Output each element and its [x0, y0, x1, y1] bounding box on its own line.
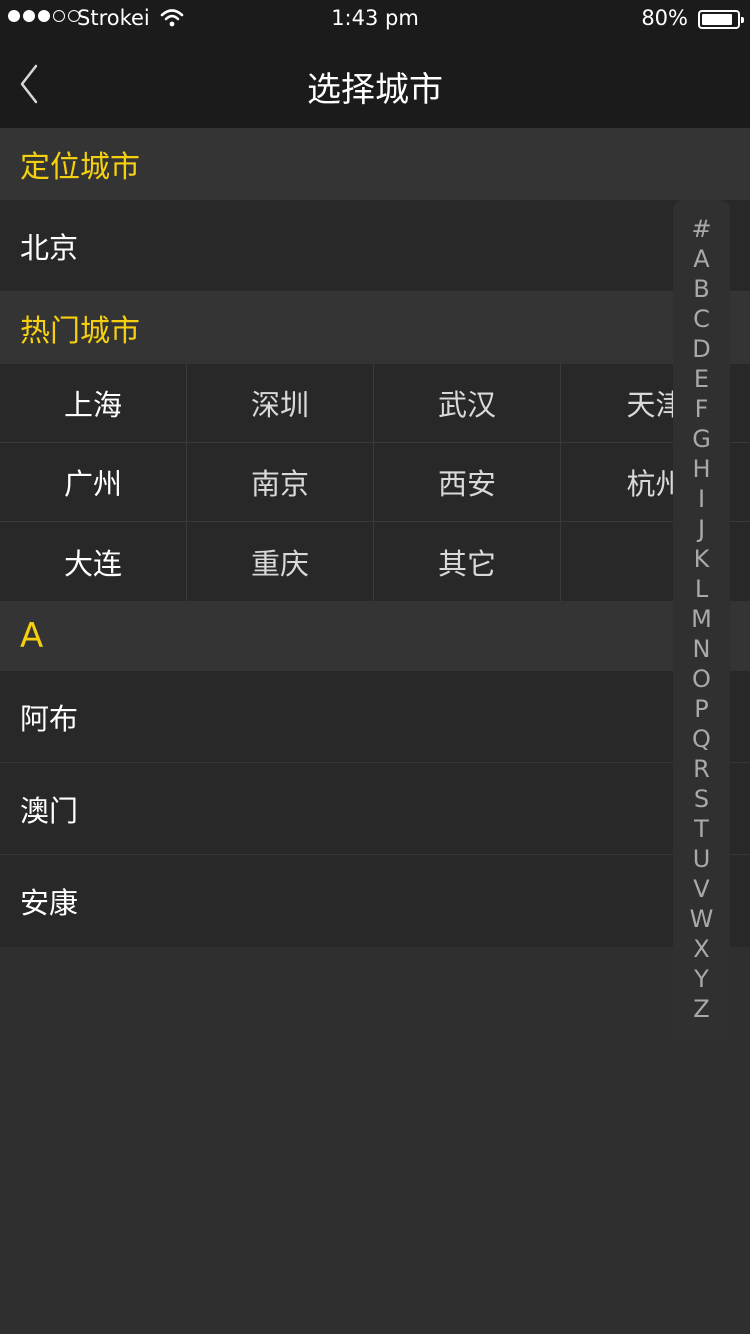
index-letter-y[interactable]: Y	[694, 964, 709, 994]
index-letter-p[interactable]: P	[694, 694, 708, 724]
index-letter-s[interactable]: S	[694, 784, 709, 814]
index-letter-q[interactable]: Q	[692, 724, 711, 754]
hot-city-cell[interactable]: 广州	[0, 443, 187, 521]
index-letter-v[interactable]: V	[693, 874, 709, 904]
index-letter-k[interactable]: K	[694, 544, 710, 574]
hot-city-cell[interactable]: 上海	[0, 364, 187, 442]
index-letter-g[interactable]: G	[692, 424, 711, 454]
index-letter-i[interactable]: I	[698, 484, 705, 514]
page-title: 选择城市	[307, 70, 443, 110]
section-header-location: 定位城市	[0, 128, 750, 200]
index-letter-c[interactable]: C	[693, 304, 710, 334]
hot-city-grid: 上海 深圳 武汉 天津 广州 南京 西安 杭州 大连 重庆 其它	[0, 364, 750, 601]
hot-city-cell[interactable]: 其它	[374, 522, 561, 601]
index-letter-e[interactable]: E	[694, 364, 709, 394]
hot-city-cell[interactable]: 武汉	[374, 364, 561, 442]
index-letter-n[interactable]: N	[693, 634, 711, 664]
city-item[interactable]: 澳门	[0, 763, 750, 855]
index-letter-a[interactable]: A	[693, 244, 709, 274]
index-letter-t[interactable]: T	[694, 814, 709, 844]
index-letter-o[interactable]: O	[692, 664, 711, 694]
section-header-hot: 热门城市	[0, 292, 750, 364]
section-header-a: A	[0, 601, 750, 671]
hot-city-row: 大连 重庆 其它	[0, 522, 750, 601]
city-list[interactable]: 定位城市 北京 热门城市 上海 深圳 武汉 天津 广州 南京 西安 杭州 大连 …	[0, 128, 750, 947]
alphabet-index-bar[interactable]: # A B C D E F G H I J K L M N O P Q R S T U V W X Y Z	[673, 200, 730, 1042]
hot-city-cell[interactable]: 大连	[0, 522, 187, 601]
index-letter-hash[interactable]: #	[691, 214, 711, 244]
location-city-item[interactable]: 北京	[0, 200, 750, 292]
index-letter-u[interactable]: U	[693, 844, 711, 874]
city-item[interactable]: 阿布	[0, 671, 750, 763]
index-letter-f[interactable]: F	[695, 394, 709, 424]
index-letter-b[interactable]: B	[693, 274, 709, 304]
index-letter-d[interactable]: D	[692, 334, 710, 364]
hot-city-row: 广州 南京 西安 杭州	[0, 443, 750, 522]
battery-icon	[698, 10, 744, 29]
hot-city-cell[interactable]: 西安	[374, 443, 561, 521]
hot-city-cell[interactable]: 南京	[187, 443, 374, 521]
hot-city-cell[interactable]: 深圳	[187, 364, 374, 442]
index-letter-j[interactable]: J	[698, 514, 705, 544]
city-item[interactable]: 安康	[0, 855, 750, 947]
index-letter-x[interactable]: X	[693, 934, 709, 964]
index-letter-m[interactable]: M	[691, 604, 712, 634]
index-letter-l[interactable]: L	[695, 574, 708, 604]
index-letter-h[interactable]: H	[692, 454, 710, 484]
status-bar: Strokei 1:43 pm 80%	[0, 0, 750, 40]
index-letter-r[interactable]: R	[693, 754, 710, 784]
index-letter-w[interactable]: W	[690, 904, 714, 934]
status-time: 1:43 pm	[331, 6, 419, 30]
battery-percentage: 80%	[641, 6, 688, 30]
navigation-bar: 选择城市	[0, 40, 750, 128]
index-letter-z[interactable]: Z	[693, 994, 709, 1024]
hot-city-row: 上海 深圳 武汉 天津	[0, 364, 750, 443]
hot-city-cell[interactable]: 重庆	[187, 522, 374, 601]
